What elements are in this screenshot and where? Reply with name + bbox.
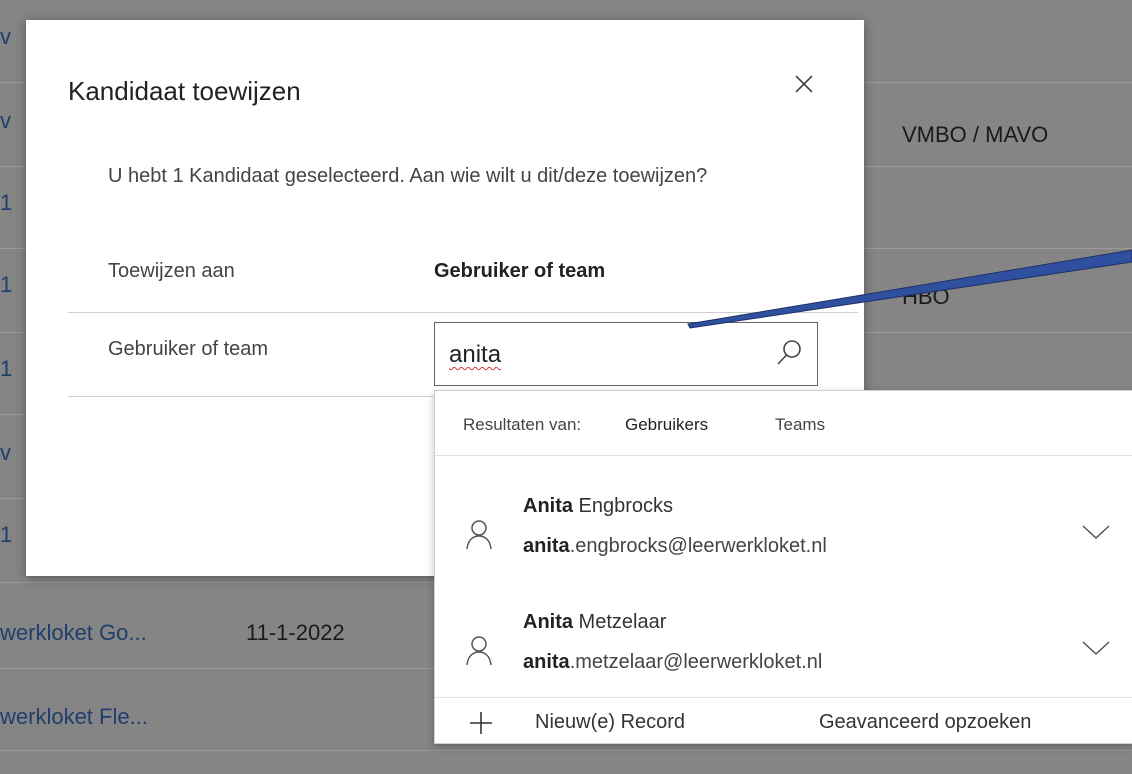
row-link-fragment[interactable]: 1 bbox=[0, 522, 12, 548]
result-name: Anita Metzelaar bbox=[523, 611, 666, 634]
education-cell: VMBO / MAVO bbox=[902, 122, 1049, 147]
chevron-down-icon[interactable] bbox=[1081, 523, 1111, 541]
lookup-results-dropdown: Resultaten van: Gebruikers Teams Anita E… bbox=[434, 390, 1132, 744]
education-cell: HBO bbox=[902, 284, 950, 309]
person-icon bbox=[466, 520, 492, 550]
tab-teams[interactable]: Teams bbox=[775, 415, 825, 435]
search-input-value[interactable]: anita bbox=[449, 341, 501, 369]
search-icon[interactable] bbox=[773, 337, 805, 369]
assign-to-value: Gebruiker of team bbox=[434, 260, 606, 282]
plus-icon bbox=[470, 712, 492, 734]
divider bbox=[68, 312, 858, 313]
chevron-down-icon[interactable] bbox=[1081, 639, 1111, 657]
person-icon bbox=[466, 636, 492, 666]
date-cell: 11-1-2022 bbox=[246, 620, 345, 645]
row-divider bbox=[0, 750, 1132, 751]
row-link[interactable]: werkloket Go... bbox=[0, 620, 147, 646]
close-button[interactable] bbox=[790, 70, 818, 98]
dialog-message: U hebt 1 Kandidaat geselecteerd. Aan wie… bbox=[108, 165, 708, 187]
result-email: anita.metzelaar@leerwerkloket.nl bbox=[523, 651, 822, 674]
row-link[interactable]: werkloket Fle... bbox=[0, 704, 148, 730]
email-rest: .metzelaar@leerwerkloket.nl bbox=[569, 651, 823, 673]
name-rest: Metzelaar bbox=[573, 611, 667, 633]
row-link-fragment[interactable]: v bbox=[0, 24, 11, 50]
name-match: Anita bbox=[523, 495, 573, 517]
result-name: Anita Engbrocks bbox=[523, 495, 673, 518]
dialog-title: Kandidaat toewijzen bbox=[68, 76, 301, 106]
row-link-fragment[interactable]: 1 bbox=[0, 190, 12, 216]
result-item[interactable]: Anita Engbrocks anita.engbrocks@leerwerk… bbox=[435, 481, 1132, 597]
result-item[interactable]: Anita Metzelaar anita.metzelaar@leerwerk… bbox=[435, 597, 1132, 713]
row-link-fragment[interactable]: v bbox=[0, 108, 11, 134]
name-rest: Engbrocks bbox=[573, 495, 674, 517]
assign-to-label: Toewijzen aan bbox=[108, 260, 235, 282]
new-record-label: Nieuw(e) Record bbox=[535, 711, 686, 733]
row-link-fragment[interactable]: 1 bbox=[0, 356, 12, 382]
name-match: Anita bbox=[523, 611, 573, 633]
results-from-label: Resultaten van: bbox=[463, 415, 582, 434]
email-match: anita bbox=[523, 535, 570, 557]
email-rest: .engbrocks@leerwerkloket.nl bbox=[569, 535, 827, 557]
user-or-team-label: Gebruiker of team bbox=[108, 338, 269, 360]
email-match: anita bbox=[523, 651, 570, 673]
advanced-search-link[interactable]: Geavanceerd opzoeken bbox=[819, 711, 1031, 734]
divider bbox=[435, 455, 1132, 456]
close-icon bbox=[795, 75, 813, 93]
result-email: anita.engbrocks@leerwerkloket.nl bbox=[523, 535, 827, 558]
row-link-fragment[interactable]: 1 bbox=[0, 272, 12, 298]
tab-users[interactable]: Gebruikers bbox=[625, 415, 708, 435]
row-link-fragment[interactable]: v bbox=[0, 440, 11, 466]
user-or-team-search-input[interactable]: anita bbox=[434, 322, 818, 386]
divider bbox=[435, 697, 1132, 698]
